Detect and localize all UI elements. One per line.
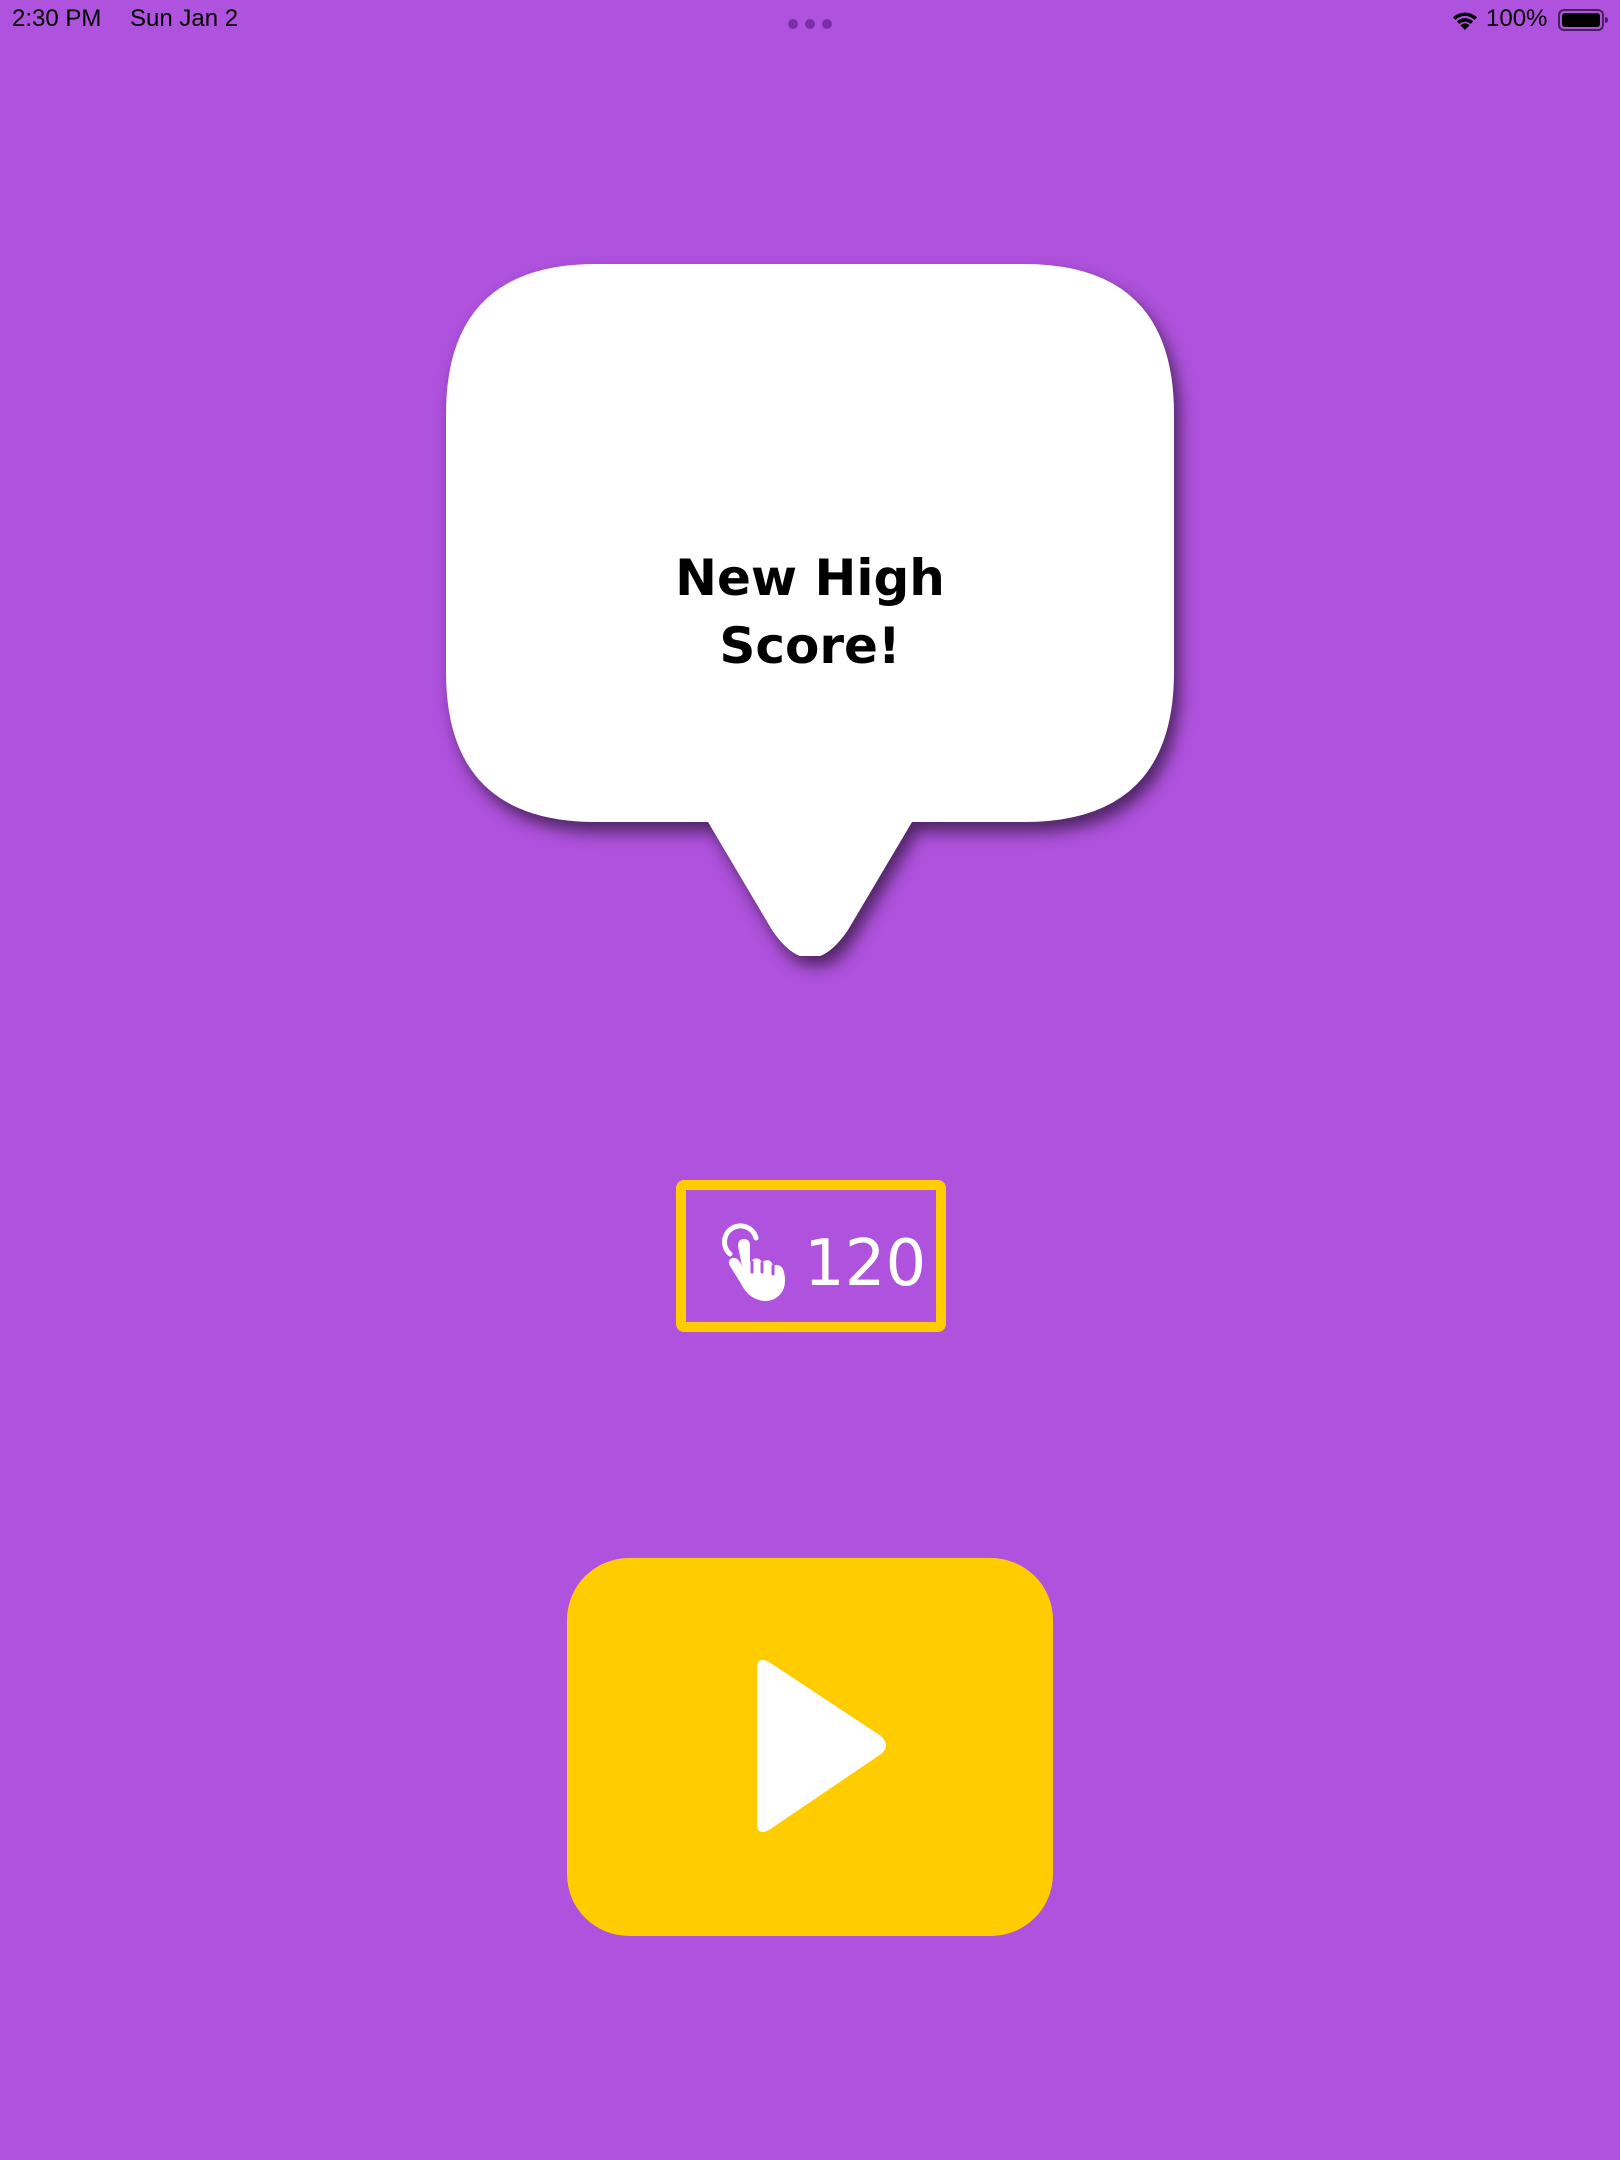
battery-percent: 100% — [1486, 5, 1548, 32]
tap-hand-icon — [722, 1223, 785, 1301]
multitasking-dots-icon[interactable] — [788, 19, 832, 29]
battery-icon — [1558, 9, 1608, 31]
high-score-message: New High Score! — [675, 549, 945, 675]
wifi-icon — [1453, 12, 1477, 30]
tap-score-box: 120 — [676, 1180, 946, 1332]
play-button[interactable] — [567, 1558, 1053, 1936]
score-value: 120 — [804, 1227, 927, 1301]
status-time: 2:30 PM — [12, 5, 102, 32]
high-score-speech-bubble: New High Score! — [446, 264, 1174, 956]
status-date: Sun Jan 2 — [130, 5, 239, 32]
play-icon — [757, 1660, 886, 1832]
status-bar: 2:30 PM Sun Jan 2 100% — [0, 0, 1620, 40]
